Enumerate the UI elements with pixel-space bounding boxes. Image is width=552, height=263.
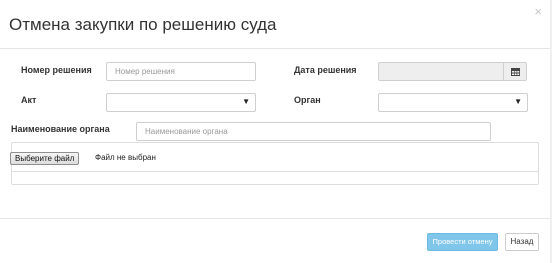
decision-date-input[interactable]	[378, 62, 504, 81]
dropdown-arrow-icon: ▼	[514, 97, 522, 106]
submit-cancellation-button[interactable]: Провести отмену	[427, 233, 498, 251]
calendar-button[interactable]	[503, 62, 527, 81]
decision-date-label: Дата решения	[294, 65, 357, 75]
cancel-purchase-modal: Отмена закупки по решению суда × Номер р…	[0, 0, 552, 263]
divider	[12, 171, 538, 172]
decision-number-input[interactable]	[106, 62, 256, 81]
decision-number-label: Номер решения	[21, 65, 92, 75]
calendar-icon	[511, 68, 520, 76]
file-status-text: Файл не выбран	[95, 153, 156, 162]
footer-divider	[0, 218, 552, 219]
organ-name-label: Наименование органа	[11, 124, 110, 134]
organ-select[interactable]: ▼	[378, 93, 528, 112]
organ-name-input[interactable]	[136, 122, 491, 141]
act-select[interactable]: ▼	[106, 93, 256, 112]
close-icon[interactable]: ×	[534, 4, 542, 19]
dropdown-arrow-icon: ▼	[242, 97, 250, 106]
modal-title: Отмена закупки по решению суда	[9, 15, 277, 34]
organ-label: Орган	[294, 95, 321, 105]
choose-file-button[interactable]: Выберите файл	[10, 152, 80, 165]
act-label: Акт	[21, 95, 37, 105]
file-upload-panel	[11, 142, 539, 185]
back-button[interactable]: Назад	[505, 233, 539, 251]
modal-header: Отмена закупки по решению суда ×	[0, 0, 552, 49]
